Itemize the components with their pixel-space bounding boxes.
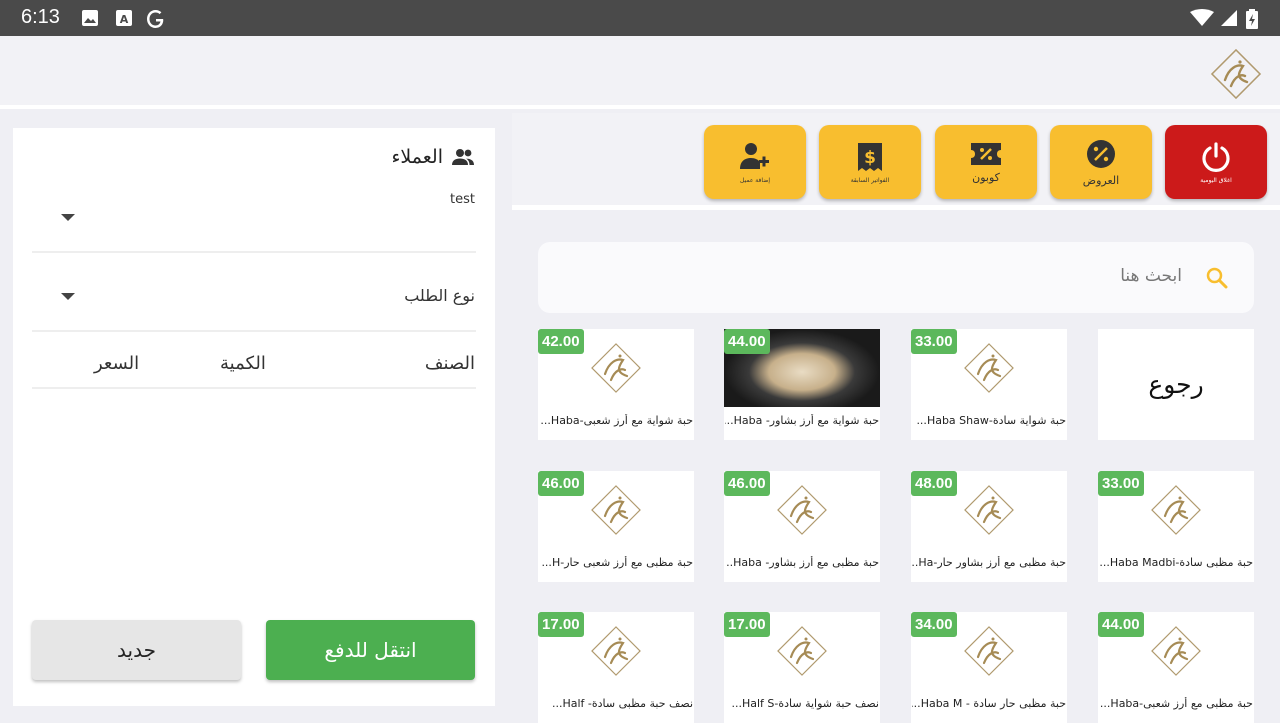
price-badge: 33.00 bbox=[911, 329, 957, 354]
app-header bbox=[0, 36, 1280, 109]
price-badge: 46.00 bbox=[538, 471, 584, 496]
product-name: حبة مظبى سادة-Haba Madbi... bbox=[1099, 556, 1253, 569]
customers-title: العملاء bbox=[391, 146, 444, 168]
column-header-price: السعر bbox=[94, 353, 140, 374]
product-name: حبة مظبى مع أرز بشاور حار-Ha... bbox=[912, 556, 1066, 569]
action-bar: إضافة عميل $ الفواتير السابقة كوبون العر… bbox=[512, 113, 1280, 210]
price-badge: 44.00 bbox=[1098, 612, 1144, 637]
product-card[interactable]: 44.00 حبة مظبى مع أرز شعبى-Haba... bbox=[1098, 612, 1254, 723]
price-badge: 42.00 bbox=[538, 329, 584, 354]
product-logo-image bbox=[1151, 485, 1201, 535]
product-card[interactable]: 33.00 حبة شواية سادة-Haba Shaw... bbox=[911, 329, 1067, 440]
signal-icon bbox=[1221, 10, 1237, 26]
coupon-icon bbox=[971, 142, 1001, 165]
price-badge: 17.00 bbox=[724, 612, 770, 637]
svg-text:A: A bbox=[120, 13, 129, 26]
product-name: حبة مظبى مع أرز بشاور- Haba... bbox=[725, 556, 879, 569]
products-area: ابحث هنا رجوع 33.00 حبة شواية سادة-Haba S… bbox=[512, 215, 1280, 723]
order-type-label: نوع الطلب bbox=[404, 286, 475, 305]
divider bbox=[32, 330, 476, 332]
status-bar: 6:13 A bbox=[0, 0, 1280, 36]
power-icon bbox=[1202, 141, 1230, 172]
customer-selected-value: test bbox=[450, 192, 475, 207]
product-card[interactable]: 33.00 حبة مظبى سادة-Haba Madbi... bbox=[1098, 471, 1254, 582]
product-card[interactable]: 44.00 حبة شواية مع أرز بشاور- Haba... bbox=[724, 329, 880, 440]
font-notification-icon: A bbox=[116, 10, 132, 26]
offers-button[interactable]: العروض bbox=[1050, 125, 1152, 199]
product-logo-image bbox=[964, 626, 1014, 676]
order-panel: العملاء test نوع الطلب الصنف الكمية السع… bbox=[13, 128, 495, 706]
coupon-button[interactable]: كوبون bbox=[935, 125, 1037, 199]
product-name: حبة مظبى حار سادة - Haba M... bbox=[912, 697, 1066, 710]
product-name: حبة شواية مع أرز شعبى-Haba... bbox=[540, 414, 693, 427]
price-badge: 34.00 bbox=[911, 612, 957, 637]
search-input[interactable]: ابحث هنا bbox=[1120, 266, 1182, 286]
receipt-icon: $ bbox=[858, 142, 882, 171]
dropdown-arrow-icon bbox=[61, 293, 75, 300]
coupon-label: كوبون bbox=[972, 170, 1000, 184]
divider bbox=[32, 251, 476, 253]
product-card[interactable]: 42.00 حبة شواية مع أرز شعبى-Haba... bbox=[538, 329, 694, 440]
google-icon bbox=[147, 10, 164, 28]
product-name: نصف حبة شواية سادة-Half S... bbox=[731, 697, 879, 710]
product-logo-image bbox=[777, 626, 827, 676]
proceed-to-payment-button[interactable]: انتقل للدفع bbox=[266, 620, 475, 680]
add-customer-button[interactable]: إضافة عميل bbox=[704, 125, 806, 199]
product-card[interactable]: 17.00 نصف حبة مظبى سادة- Half... bbox=[538, 612, 694, 723]
customer-select[interactable]: test bbox=[32, 184, 476, 244]
product-card[interactable]: 46.00 حبة مظبى مع أرز شعبى حار-H... bbox=[538, 471, 694, 582]
status-time: 6:13 bbox=[21, 6, 60, 28]
product-logo-image bbox=[777, 485, 827, 535]
image-notification-icon bbox=[82, 10, 98, 26]
price-badge: 44.00 bbox=[724, 329, 770, 354]
svg-text:$: $ bbox=[864, 148, 876, 168]
battery-charging-icon bbox=[1246, 9, 1258, 29]
price-badge: 46.00 bbox=[724, 471, 770, 496]
product-card[interactable]: 46.00 حبة مظبى مع أرز بشاور- Haba... bbox=[724, 471, 880, 582]
product-name: حبة مظبى مع أرز شعبى حار-H... bbox=[541, 556, 693, 569]
column-header-quantity: الكمية bbox=[220, 353, 266, 374]
product-card[interactable]: 48.00 حبة مظبى مع أرز بشاور حار-Ha... bbox=[911, 471, 1067, 582]
price-badge: 33.00 bbox=[1098, 471, 1144, 496]
divider bbox=[32, 387, 476, 389]
order-type-select[interactable]: نوع الطلب bbox=[32, 268, 476, 324]
offers-label: العروض bbox=[1082, 173, 1120, 187]
close-day-button[interactable]: اغلاق اليومية bbox=[1165, 125, 1267, 199]
back-button[interactable]: رجوع bbox=[1098, 329, 1254, 440]
wifi-icon bbox=[1190, 9, 1214, 26]
product-name: حبة شواية مع أرز بشاور- Haba... bbox=[725, 414, 879, 427]
product-logo-image bbox=[1151, 626, 1201, 676]
previous-invoices-button[interactable]: $ الفواتير السابقة bbox=[819, 125, 921, 199]
price-badge: 17.00 bbox=[538, 612, 584, 637]
discount-badge-icon bbox=[1087, 139, 1115, 168]
price-badge: 48.00 bbox=[911, 471, 957, 496]
search-icon bbox=[1206, 267, 1228, 289]
product-logo-image bbox=[591, 485, 641, 535]
product-card[interactable]: 17.00 نصف حبة شواية سادة-Half S... bbox=[724, 612, 880, 723]
dropdown-arrow-icon bbox=[61, 214, 75, 221]
add-user-icon bbox=[740, 142, 769, 169]
product-logo-image bbox=[964, 343, 1014, 393]
search-bar[interactable]: ابحث هنا bbox=[538, 242, 1254, 313]
customers-header: العملاء bbox=[392, 146, 476, 168]
product-name: حبة شواية سادة-Haba Shaw... bbox=[916, 414, 1066, 427]
product-name: حبة مظبى مع أرز شعبى-Haba... bbox=[1099, 697, 1253, 710]
product-logo-image bbox=[591, 343, 641, 393]
product-logo-image bbox=[964, 485, 1014, 535]
new-order-button[interactable]: جديد bbox=[32, 620, 241, 680]
add-customer-label: إضافة عميل bbox=[740, 176, 770, 184]
restaurant-logo bbox=[1210, 48, 1262, 100]
close-day-label: اغلاق اليومية bbox=[1200, 176, 1232, 184]
people-icon bbox=[452, 149, 474, 165]
product-name: نصف حبة مظبى سادة- Half... bbox=[551, 697, 693, 710]
column-header-item: الصنف bbox=[424, 353, 475, 374]
product-card[interactable]: 34.00 حبة مظبى حار سادة - Haba M... bbox=[911, 612, 1067, 723]
previous-invoices-label: الفواتير السابقة bbox=[850, 176, 890, 184]
product-logo-image bbox=[591, 626, 641, 676]
